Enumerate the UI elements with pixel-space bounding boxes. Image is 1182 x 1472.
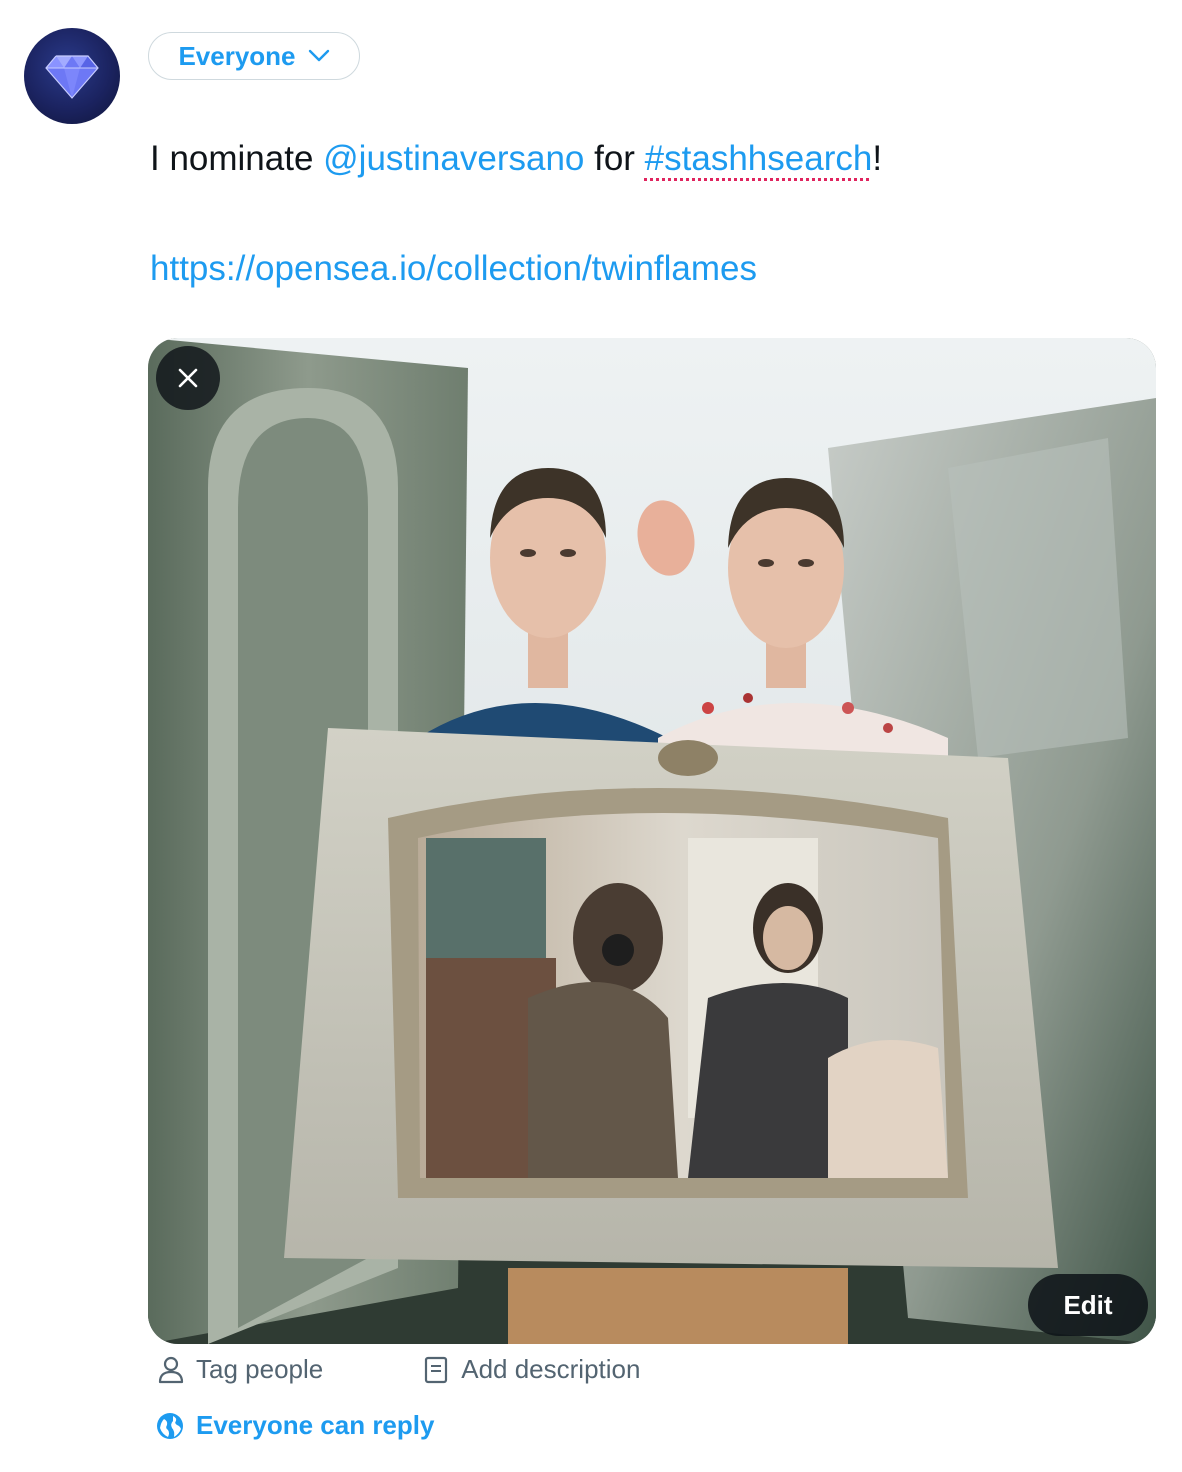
tag-people-button[interactable]: Tag people <box>158 1354 323 1385</box>
globe-icon <box>157 1412 183 1439</box>
diamond-icon <box>45 55 99 99</box>
media-attachment: Edit <box>148 338 1156 1344</box>
media-actions: Tag people Add description <box>158 1354 640 1385</box>
text-prefix: I nominate <box>150 139 324 178</box>
person-icon <box>158 1356 184 1383</box>
tweet-text-editor[interactable]: I nominate @justinaversano for #stashhse… <box>150 136 1150 292</box>
add-description-button[interactable]: Add description <box>423 1354 640 1385</box>
tweet-composer: Everyone I nominate @justinaversano for … <box>0 0 1182 1472</box>
reply-setting-button[interactable]: Everyone can reply <box>156 1410 434 1441</box>
remove-media-button[interactable] <box>156 346 220 410</box>
tag-people-label: Tag people <box>196 1354 324 1384</box>
text-middle: for <box>584 139 645 178</box>
audience-label: Everyone <box>178 40 296 71</box>
avatar[interactable] <box>24 28 120 124</box>
document-icon <box>425 1356 448 1383</box>
add-description-label: Add description <box>461 1354 641 1384</box>
chevron-down-icon <box>308 49 330 63</box>
url-link[interactable]: https://opensea.io/collection/twinflames <box>150 249 757 288</box>
mention-link[interactable]: @justinaversano <box>323 139 584 178</box>
reply-setting-label: Everyone can reply <box>196 1410 435 1440</box>
hashtag-link[interactable]: #stashhsearch <box>645 139 873 178</box>
close-icon <box>178 368 198 388</box>
audience-selector[interactable]: Everyone <box>148 32 360 80</box>
edit-media-button[interactable]: Edit <box>1028 1274 1148 1336</box>
attached-photo <box>148 338 1156 1344</box>
text-suffix: ! <box>872 139 883 178</box>
